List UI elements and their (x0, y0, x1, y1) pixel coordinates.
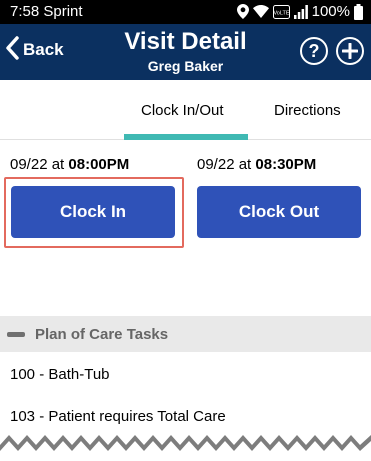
svg-text:VoLTE: VoLTE (273, 10, 289, 16)
volte-icon: VoLTE (272, 4, 290, 19)
app-header: Back Visit Detail Greg Baker ? (0, 24, 371, 80)
help-icon[interactable]: ? (300, 37, 328, 65)
clock-in-timestamp: 09/22 at 08:00PM (10, 156, 129, 173)
plan-of-care-title: Plan of Care Tasks (35, 325, 169, 343)
help-symbol: ? (308, 40, 320, 61)
collapse-icon (7, 331, 25, 337)
location-icon (236, 4, 249, 19)
torn-edge (0, 435, 371, 461)
battery-icon (354, 3, 363, 20)
tab-clock-in-out[interactable]: Clock In/Out (141, 102, 224, 119)
signal-icon (293, 4, 308, 19)
task-item: 103 - Patient requires Total Care (10, 408, 226, 425)
status-time-carrier: 7:58 Sprint (10, 3, 83, 20)
clock-out-at: at (238, 156, 252, 173)
clock-in-at: at (51, 156, 65, 173)
clock-in-button[interactable]: Clock In (11, 186, 175, 238)
battery-percent: 100% (311, 3, 350, 20)
back-button[interactable]: Back (6, 35, 64, 65)
clock-in-date: 09/22 (10, 156, 48, 173)
plan-of-care-header[interactable]: Plan of Care Tasks (0, 316, 371, 352)
active-tab-indicator (124, 134, 248, 140)
clock-out-button[interactable]: Clock Out (197, 186, 361, 238)
back-label: Back (23, 40, 64, 59)
clock-out-timestamp: 09/22 at 08:30PM (197, 156, 316, 173)
clock-in-time: 08:00PM (68, 156, 130, 173)
wifi-icon (252, 5, 269, 18)
clock-out-date: 09/22 (197, 156, 235, 173)
tab-bar: Clock In/Out Directions (0, 80, 371, 140)
tab-directions[interactable]: Directions (274, 102, 341, 119)
clock-out-time: 08:30PM (255, 156, 317, 173)
status-icons: VoLTE 100% (236, 3, 363, 20)
task-item: 100 - Bath-Tub (10, 366, 110, 383)
add-icon[interactable] (336, 37, 364, 65)
status-bar: 7:58 Sprint VoLTE 100% (0, 0, 371, 24)
chevron-left-icon (6, 35, 20, 65)
